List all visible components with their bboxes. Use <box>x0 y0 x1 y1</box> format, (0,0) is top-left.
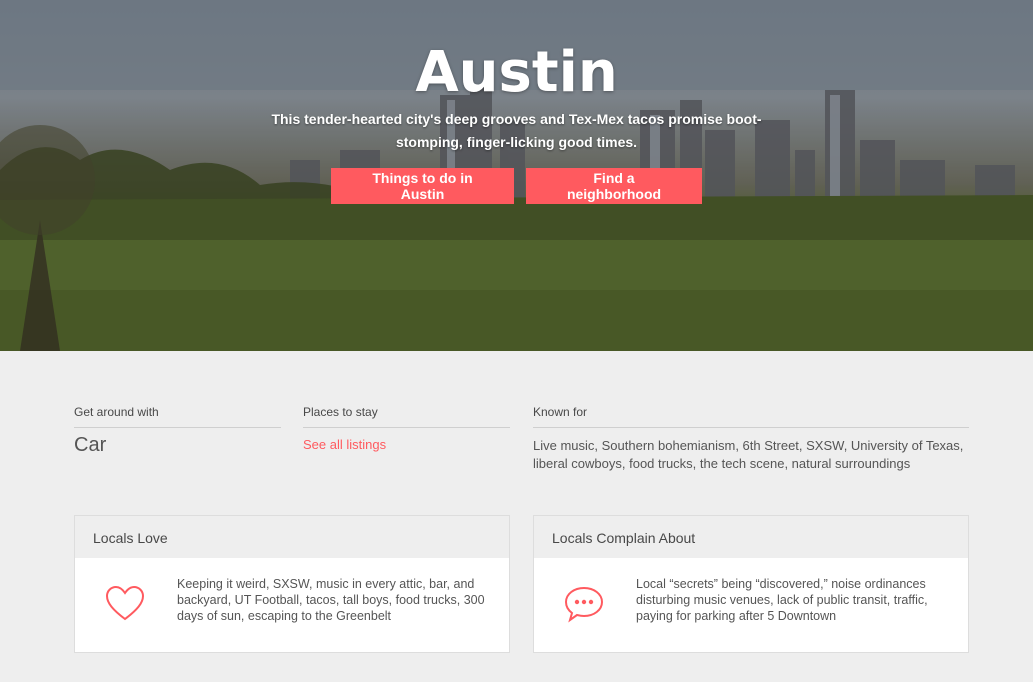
hero-content: Austin This tender-hearted city's deep g… <box>0 38 1033 204</box>
locals-cards: Locals Love Keeping it weird, SXSW, musi… <box>74 515 969 653</box>
fact-value: Live music, Southern bohemianism, 6th St… <box>533 438 964 471</box>
hero-actions: Things to do in Austin Find a neighborho… <box>0 168 1033 204</box>
fact-label: Get around with <box>74 405 281 428</box>
card-text: Local “secrets” being “discovered,” nois… <box>636 577 928 623</box>
locals-complain-card: Locals Complain About Local “secrets” be… <box>533 515 969 653</box>
city-tagline: This tender-hearted city's deep grooves … <box>271 111 762 150</box>
locals-love-card: Locals Love Keeping it weird, SXSW, musi… <box>74 515 510 653</box>
see-all-listings-link[interactable]: See all listings <box>303 437 386 452</box>
card-body: Local “secrets” being “discovered,” nois… <box>534 558 968 626</box>
fact-label: Places to stay <box>303 405 510 428</box>
fact-value: Car <box>74 434 107 456</box>
find-neighborhood-button[interactable]: Find a neighborhood <box>526 168 702 204</box>
fact-get-around: Get around with Car <box>74 405 281 473</box>
fact-places-to-stay: Places to stay See all listings <box>303 405 510 473</box>
heart-icon <box>105 585 145 621</box>
card-body: Keeping it weird, SXSW, music in every a… <box>75 558 509 626</box>
card-title: Locals Complain About <box>534 516 968 558</box>
things-to-do-button[interactable]: Things to do in Austin <box>331 168 514 204</box>
fact-label: Known for <box>533 405 969 428</box>
card-title: Locals Love <box>75 516 509 558</box>
city-title: Austin <box>415 40 618 105</box>
chat-bubble-icon <box>564 586 604 623</box>
city-facts: Get around with Car Places to stay See a… <box>74 405 969 473</box>
hero-banner: Austin This tender-hearted city's deep g… <box>0 0 1033 351</box>
card-text: Keeping it weird, SXSW, music in every a… <box>177 577 485 623</box>
fact-known-for: Known for Live music, Southern bohemiani… <box>533 405 969 473</box>
